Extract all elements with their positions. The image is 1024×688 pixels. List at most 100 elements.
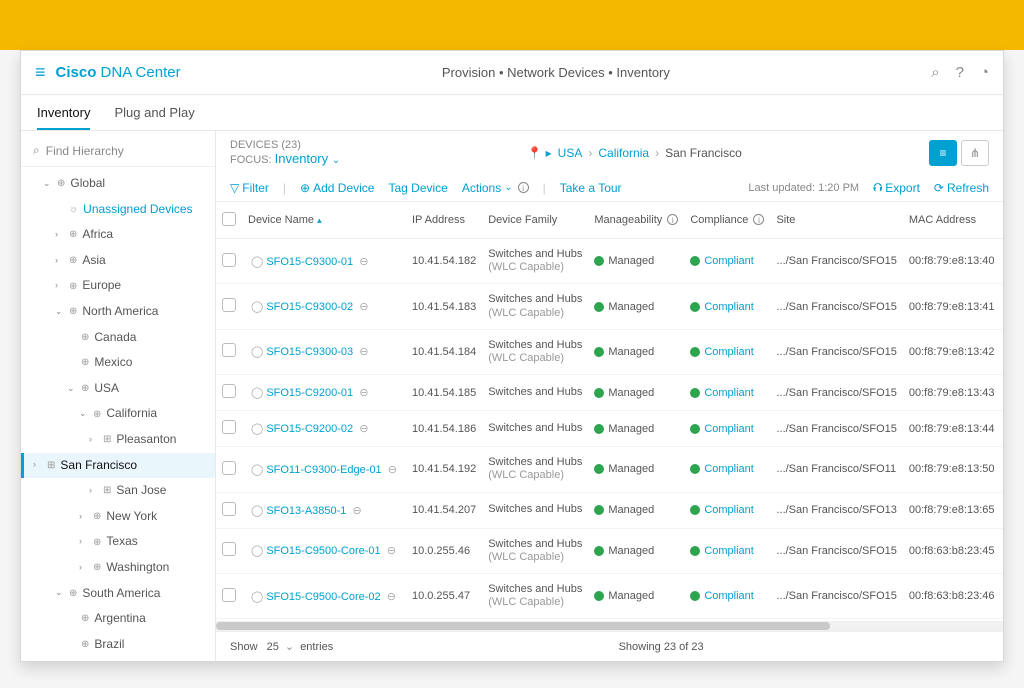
tree-item-san-jose[interactable]: ›⊞San Jose	[21, 478, 215, 504]
table-row[interactable]: ◯SFO15-C9300-01 ⊖10.41.54.182Switches an…	[216, 239, 1003, 284]
tree-item-washington[interactable]: ›⊕Washington	[21, 555, 215, 581]
role-cell[interactable]: ✎ACCESS	[1001, 411, 1003, 447]
tag-icon[interactable]: ◯	[251, 505, 263, 517]
menu-icon[interactable]: ≡	[35, 62, 46, 83]
tag-icon[interactable]: ◯	[251, 545, 263, 557]
device-link[interactable]: SFO15-C9500-Core-01	[266, 545, 380, 557]
tag-icon[interactable]: ◯	[251, 256, 263, 268]
col-device-role[interactable]: Device Role	[1001, 202, 1003, 239]
tag-device-button[interactable]: Tag Device	[388, 181, 447, 195]
tree-item-asia[interactable]: ›⊕Asia	[21, 248, 215, 274]
table-row[interactable]: ◯SFO15-C9300-02 ⊖10.41.54.183Switches an…	[216, 284, 1003, 329]
col-device-name[interactable]: Device Name ▴	[242, 202, 406, 239]
focus-dropdown[interactable]: Inventory ⌄	[275, 151, 341, 166]
tree-item-new-york[interactable]: ›⊕New York	[21, 504, 215, 530]
find-hierarchy[interactable]: ⌕ Find Hierarchy	[21, 139, 215, 167]
device-info-icon[interactable]: ⊖	[352, 505, 361, 517]
row-checkbox[interactable]	[222, 502, 236, 516]
brand[interactable]: Cisco DNA Center	[56, 64, 181, 81]
row-checkbox[interactable]	[222, 542, 236, 556]
export-button[interactable]: ⮉Export	[873, 180, 920, 195]
device-info-icon[interactable]: ⊖	[359, 423, 368, 435]
take-tour-button[interactable]: Take a Tour	[560, 181, 622, 195]
compliance-cell[interactable]: Compliant	[684, 284, 770, 329]
device-info-icon[interactable]: ⊖	[388, 464, 397, 476]
table-row[interactable]: ◯SFO15-C9500-Core-02 ⊖10.0.255.47Switche…	[216, 573, 1003, 618]
row-checkbox[interactable]	[222, 588, 236, 602]
row-checkbox[interactable]	[222, 420, 236, 434]
tree-item-california[interactable]: ⌄⊕California	[21, 401, 215, 427]
compliance-cell[interactable]: Compliant	[684, 329, 770, 374]
list-view-button[interactable]: ≡	[929, 140, 957, 166]
tree-item-usa[interactable]: ⌄⊕USA	[21, 376, 215, 402]
device-info-icon[interactable]: ⊖	[359, 387, 368, 399]
tag-icon[interactable]: ◯	[251, 387, 263, 399]
role-cell[interactable]: ✎ACCESS	[1001, 329, 1003, 374]
table-row[interactable]: ◯SFO15-C9300-03 ⊖10.41.54.184Switches an…	[216, 329, 1003, 374]
tag-icon[interactable]: ◯	[251, 464, 263, 476]
table-row[interactable]: ◯SFO15-C9200-01 ⊖10.41.54.185Switches an…	[216, 375, 1003, 411]
device-link[interactable]: SFO13-A3850-1	[266, 505, 346, 517]
notification-icon[interactable]: ◔	[980, 64, 989, 81]
tree-item-north-america[interactable]: ⌄⊕North America	[21, 299, 215, 325]
col-ip-address[interactable]: IP Address	[406, 202, 482, 239]
tab-inventory[interactable]: Inventory	[37, 105, 90, 130]
table-row[interactable]: ◯SFO13-A3850-1 ⊖10.41.54.207Switches and…	[216, 492, 1003, 528]
tag-icon[interactable]: ◯	[251, 346, 263, 358]
compliance-cell[interactable]: Compliant	[684, 447, 770, 492]
tree-item-global[interactable]: ⌄⊕Global	[21, 171, 215, 197]
table-row[interactable]: ◯SFO11-C9300-Edge-01 ⊖10.41.54.192Switch…	[216, 447, 1003, 492]
pagesize-value[interactable]: 25	[267, 641, 279, 653]
info-icon[interactable]: i	[753, 214, 764, 225]
device-link[interactable]: SFO15-C9300-01	[266, 256, 353, 268]
compliance-cell[interactable]: Compliant	[684, 528, 770, 573]
tree-item-san-francisco[interactable]: ›⊞San Francisco	[21, 453, 215, 479]
help-icon[interactable]: ?	[956, 64, 964, 81]
col-compliance[interactable]: Compliance i	[684, 202, 770, 239]
tree-item-mexico[interactable]: ⊕Mexico	[21, 350, 215, 376]
crumb-california[interactable]: California	[598, 146, 649, 160]
actions-dropdown[interactable]: Actions ⌄ i	[462, 181, 529, 195]
horizontal-scrollbar[interactable]	[216, 621, 1003, 631]
tree-item-pleasanton[interactable]: ›⊞Pleasanton	[21, 427, 215, 453]
tree-item-brazil[interactable]: ⊕Brazil	[21, 632, 215, 658]
role-cell[interactable]: ✎ACCESS	[1001, 447, 1003, 492]
row-checkbox[interactable]	[222, 253, 236, 267]
tree-item-africa[interactable]: ›⊕Africa	[21, 222, 215, 248]
topology-view-button[interactable]: ⋔	[961, 140, 989, 166]
device-info-icon[interactable]: ⊖	[387, 545, 396, 557]
device-info-icon[interactable]: ⊖	[359, 346, 368, 358]
tab-plug-and-play[interactable]: Plug and Play	[114, 105, 194, 130]
info-icon[interactable]: i	[518, 182, 529, 193]
device-link[interactable]: SFO15-C9200-01	[266, 387, 353, 399]
col-device-family[interactable]: Device Family	[482, 202, 588, 239]
role-cell[interactable]: ✎ACCESS	[1001, 284, 1003, 329]
compliance-cell[interactable]: Compliant	[684, 239, 770, 284]
device-link[interactable]: SFO11-C9300-Edge-01	[266, 464, 381, 476]
pagesize-caret[interactable]: ⌄	[285, 640, 294, 653]
row-checkbox[interactable]	[222, 384, 236, 398]
tree-item-europe[interactable]: ›⊕Europe	[21, 273, 215, 299]
row-checkbox[interactable]	[222, 343, 236, 357]
role-cell[interactable]: ✎CORE	[1001, 573, 1003, 618]
table-row[interactable]: ◯SFO15-C9500-Core-01 ⊖10.0.255.46Switche…	[216, 528, 1003, 573]
role-cell[interactable]: ✎ACCESS	[1001, 239, 1003, 284]
tag-icon[interactable]: ◯	[251, 591, 263, 603]
tag-icon[interactable]: ◯	[251, 423, 263, 435]
select-all-checkbox[interactable]	[222, 212, 236, 226]
tree-item-canada[interactable]: ⊕Canada	[21, 325, 215, 351]
device-info-icon[interactable]: ⊖	[359, 301, 368, 313]
add-device-button[interactable]: ⊕Add Device	[300, 181, 374, 195]
info-icon[interactable]: i	[667, 214, 678, 225]
col-site[interactable]: Site	[770, 202, 902, 239]
tree-item-argentina[interactable]: ⊕Argentina	[21, 606, 215, 632]
col-mac-address[interactable]: MAC Address	[903, 202, 1001, 239]
refresh-button[interactable]: ⟳Refresh	[934, 181, 989, 195]
row-checkbox[interactable]	[222, 298, 236, 312]
compliance-cell[interactable]: Compliant	[684, 492, 770, 528]
col-manageability[interactable]: Manageability i	[588, 202, 684, 239]
tree-item-unassigned-devices[interactable]: ☼Unassigned Devices	[21, 197, 215, 223]
device-link[interactable]: SFO15-C9300-03	[266, 346, 353, 358]
role-cell[interactable]: ✎ACCESS	[1001, 375, 1003, 411]
tree-item-texas[interactable]: ›⊕Texas	[21, 529, 215, 555]
